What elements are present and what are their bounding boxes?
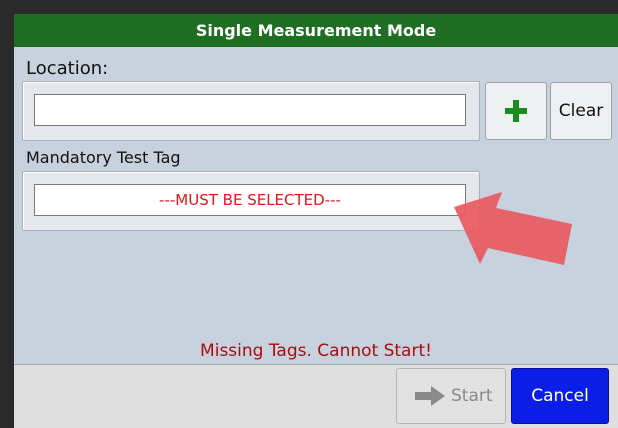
single-measurement-dialog: Single Measurement Mode Location: Clear …: [14, 14, 618, 428]
start-button-label: Start: [451, 386, 493, 406]
test-tag-value: ---MUST BE SELECTED---: [159, 191, 341, 209]
app-frame: Single Measurement Mode Location: Clear …: [0, 0, 618, 428]
test-tag-selector[interactable]: ---MUST BE SELECTED---: [34, 184, 466, 216]
plus-icon: [505, 100, 527, 122]
dialog-title: Single Measurement Mode: [14, 14, 618, 47]
pointer-arrow-icon: [454, 192, 584, 286]
test-tag-label: Mandatory Test Tag: [26, 148, 181, 167]
cancel-button[interactable]: Cancel: [511, 368, 609, 424]
status-message: Missing Tags. Cannot Start!: [200, 341, 432, 361]
arrow-right-icon: [415, 386, 445, 406]
add-location-button[interactable]: [485, 82, 547, 140]
location-input[interactable]: [34, 94, 466, 126]
clear-button[interactable]: Clear: [550, 82, 612, 140]
location-label: Location:: [26, 58, 109, 79]
start-button[interactable]: Start: [396, 368, 506, 424]
